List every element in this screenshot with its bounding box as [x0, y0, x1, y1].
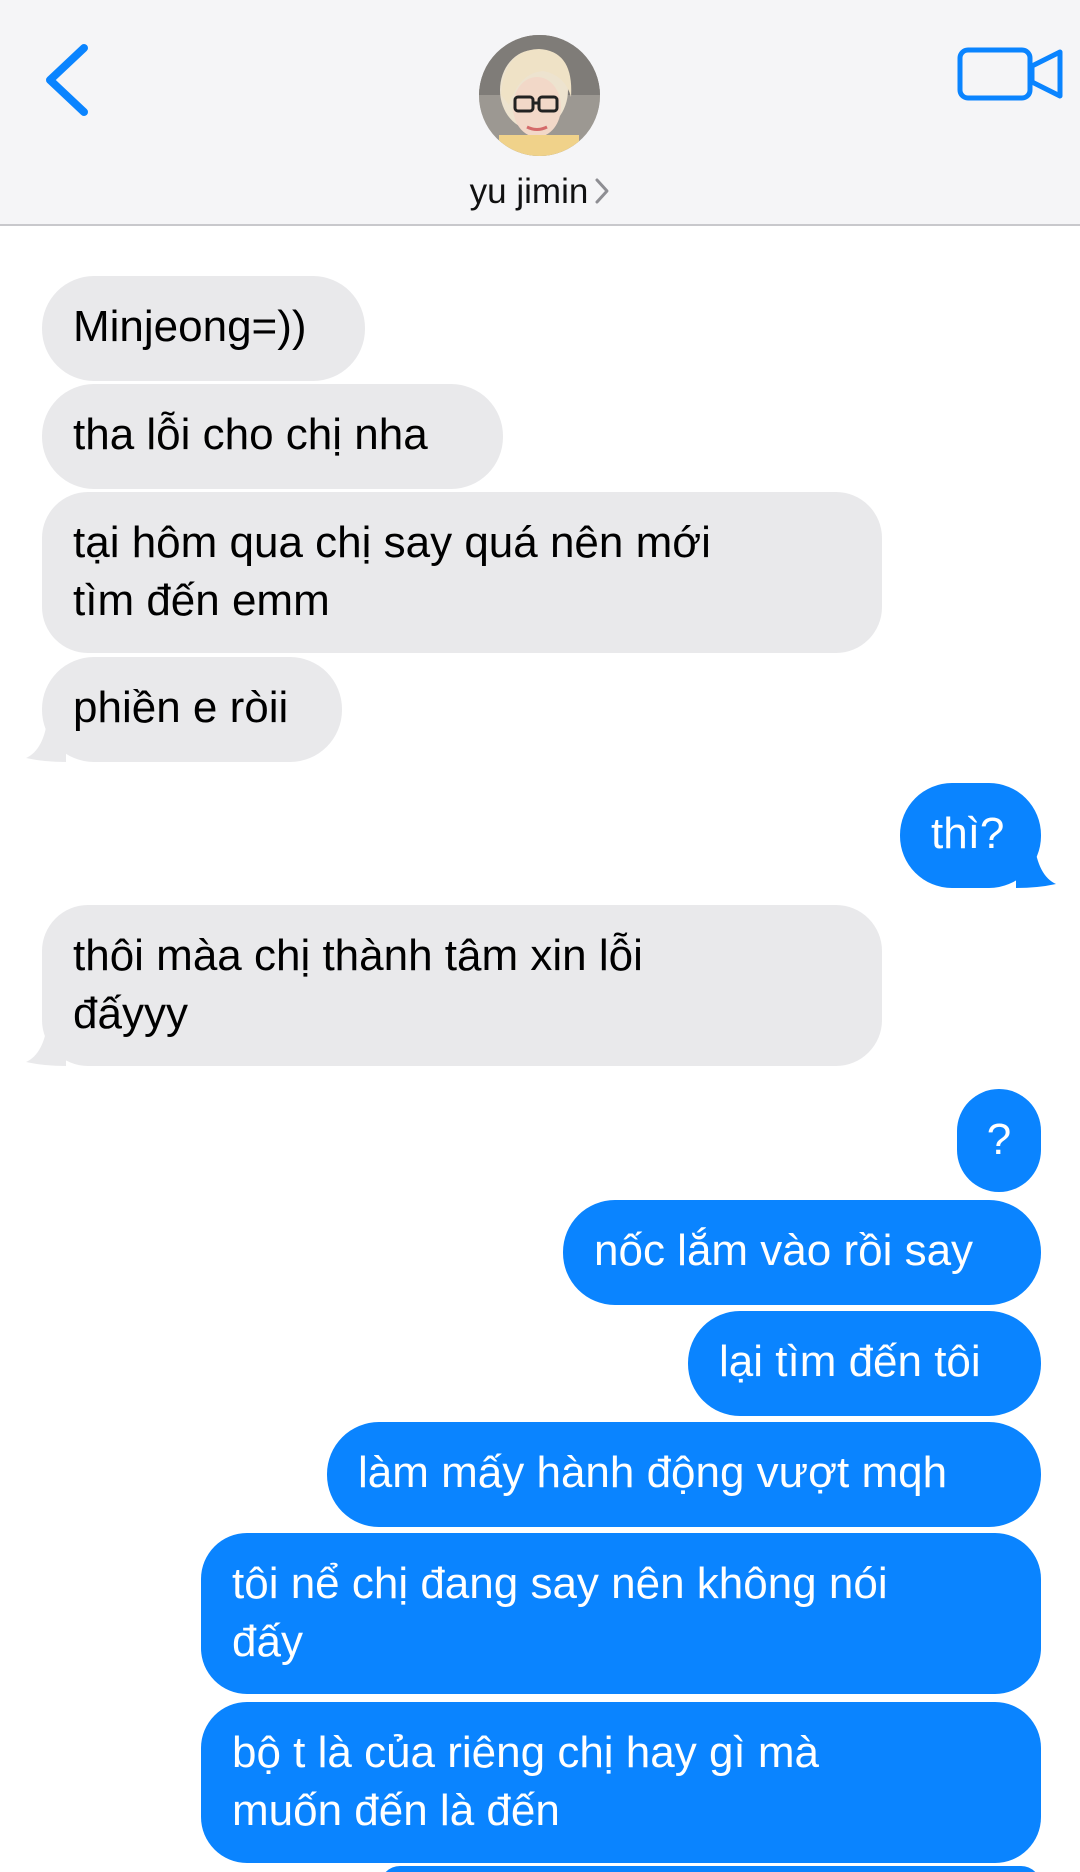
message-text-line: đấyyy [73, 989, 188, 1038]
message-text-line: bộ t là của riêng chị hay gì mà [232, 1728, 819, 1777]
message-text-line: muốn đến là đến [232, 1786, 560, 1835]
message-bubble-incoming[interactable]: phiền e ròii [42, 657, 342, 762]
message-text-line: đấy [232, 1617, 303, 1666]
bubble-tail [26, 1020, 66, 1066]
chevron-right-icon [594, 174, 610, 214]
video-camera-icon [957, 47, 1063, 101]
chevron-left-icon [46, 44, 88, 116]
message-bubble-outgoing[interactable]: lại tìm đến tôi [688, 1311, 1041, 1416]
message-text: tha lỗi cho chị nha [73, 410, 428, 459]
conversation-screen: yu jimin Minjeong=)) tha lỗi cho chị nha… [0, 0, 1080, 1872]
message-text-line: tìm đến emm [73, 576, 330, 625]
message-text: nốc lắm vào rồi say [594, 1226, 974, 1275]
message-bubble-outgoing[interactable]: ? [957, 1089, 1041, 1192]
message-bubble-incoming[interactable]: tại hôm qua chị say quá nên mới tìm đến … [42, 492, 882, 653]
message-bubble-outgoing[interactable]: nốc lắm vào rồi say [563, 1200, 1041, 1305]
message-text-line: thôi màa chị thành tâm xin lỗi [73, 931, 643, 980]
message-bubble-incoming[interactable]: thôi màa chị thành tâm xin lỗi đấyyy [42, 905, 882, 1066]
contact-name-button[interactable]: yu jimin [0, 172, 1080, 214]
message-bubble-outgoing[interactable]: tôi nể chị đang say nên không nói đấy [201, 1533, 1041, 1694]
message-text: thì? [931, 809, 1005, 858]
avatar-photo [479, 35, 600, 156]
message-text: lại tìm đến tôi [719, 1337, 981, 1386]
message-text: làm mấy hành động vượt mqh [358, 1448, 948, 1497]
message-bubble-outgoing[interactable]: bộ t là của riêng chị hay gì mà muốn đến… [201, 1702, 1041, 1863]
message-text: phiền e ròii [73, 683, 289, 732]
message-text: ? [986, 1115, 1012, 1164]
message-bubble-outgoing-partial[interactable] [380, 1866, 1041, 1872]
message-bubble-outgoing[interactable]: làm mấy hành động vượt mqh [327, 1422, 1041, 1527]
back-button[interactable] [40, 40, 100, 120]
message-text-line: tôi nể chị đang say nên không nói [232, 1559, 888, 1608]
contact-name-label: yu jimin [469, 172, 589, 211]
message-bubble-incoming[interactable]: tha lỗi cho chị nha [42, 384, 503, 489]
video-call-button[interactable] [956, 44, 1068, 104]
conversation-header: yu jimin [0, 0, 1080, 226]
message-text: Minjeong=)) [73, 302, 307, 351]
contact-avatar[interactable] [479, 35, 600, 156]
bubble-tail [1016, 842, 1056, 888]
message-bubble-incoming[interactable]: Minjeong=)) [42, 276, 365, 381]
message-text-line: tại hôm qua chị say quá nên mới [73, 518, 711, 567]
bubble-tail [26, 716, 66, 762]
